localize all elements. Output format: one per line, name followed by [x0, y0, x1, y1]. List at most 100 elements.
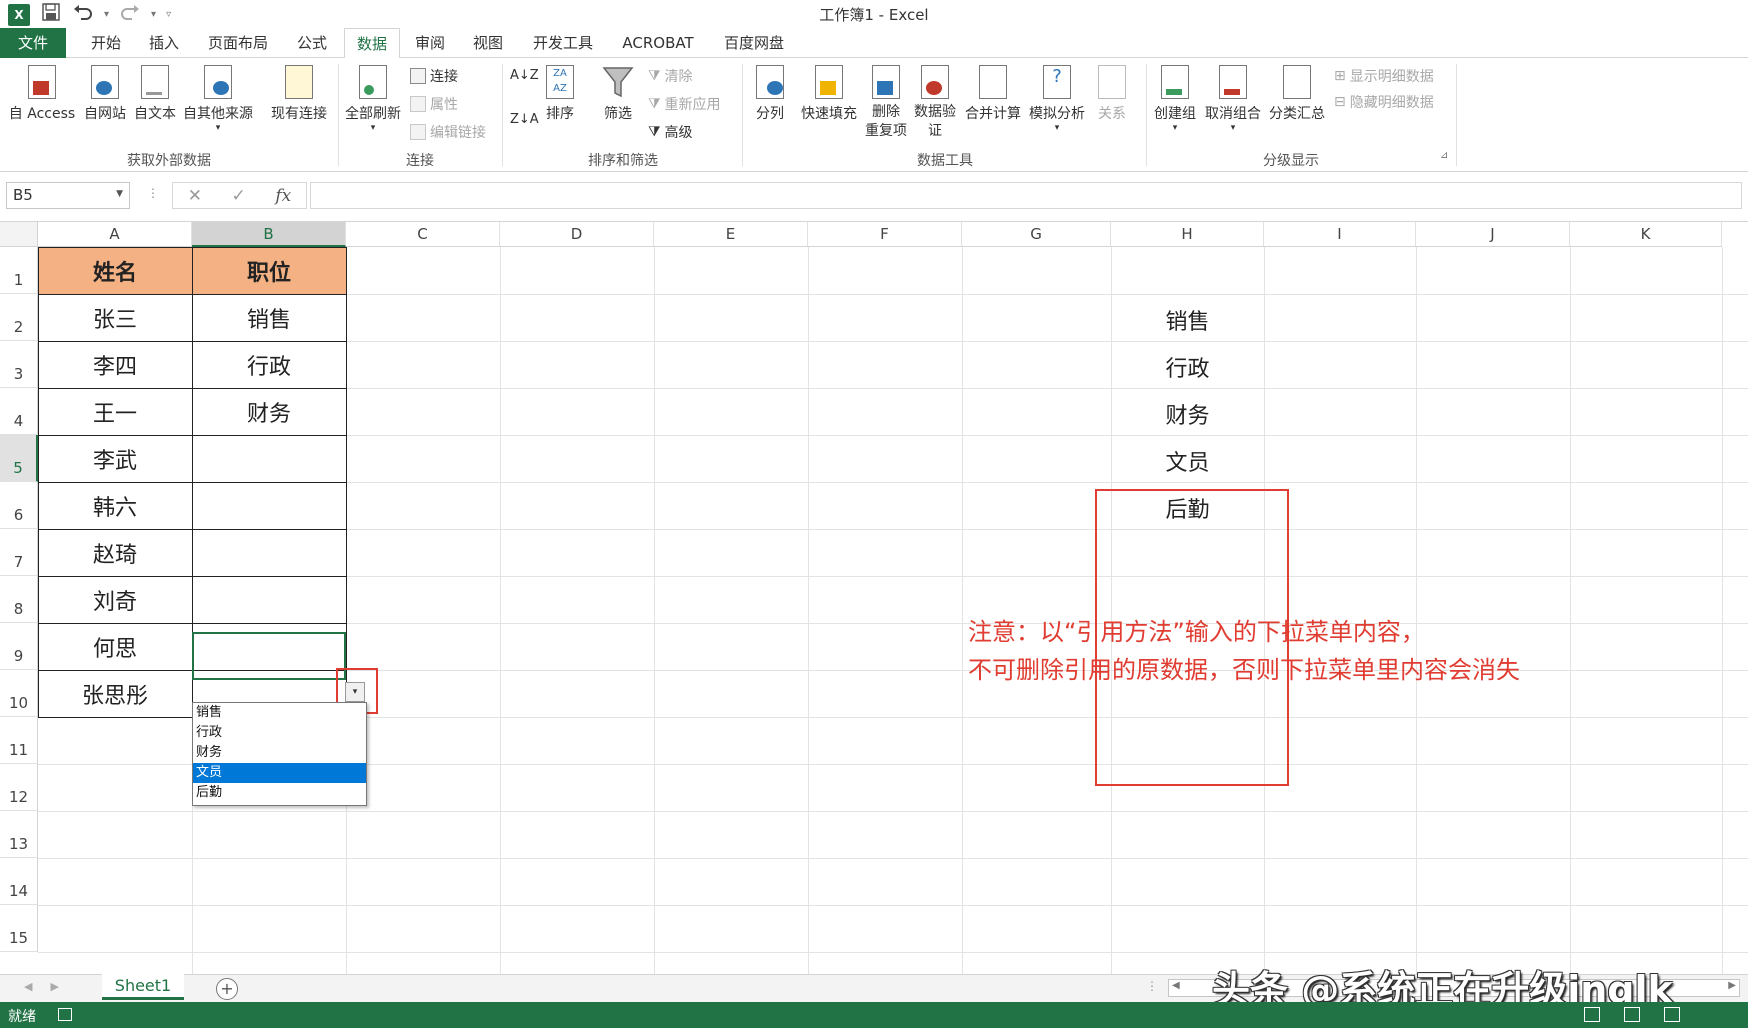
table-cell-position[interactable]: [192, 529, 346, 576]
row-header-8[interactable]: 8: [0, 576, 38, 623]
row-header-10[interactable]: 10: [0, 670, 38, 717]
sort-ascending-icon[interactable]: A↓Z: [510, 68, 539, 83]
tab-data[interactable]: 数据: [344, 28, 400, 59]
dropdown-arrow-icon[interactable]: ▾: [345, 682, 365, 702]
table-cell-name[interactable]: 张思彤: [38, 670, 192, 717]
table-cell-position[interactable]: [192, 435, 346, 482]
row-header-1[interactable]: 1: [0, 247, 38, 294]
remove-duplicates-button[interactable]: 删除 重复项: [860, 64, 912, 141]
formula-input[interactable]: [310, 182, 1742, 209]
what-if-analysis-button[interactable]: ? 模拟分析 ▾: [1026, 64, 1088, 133]
data-validation-button[interactable]: 数据验 证: [910, 64, 960, 141]
source-list-item[interactable]: 文员: [1105, 445, 1270, 477]
row-header-13[interactable]: 13: [0, 811, 38, 858]
from-text-button[interactable]: 自文本: [130, 64, 180, 123]
relationships-button[interactable]: 关系: [1092, 64, 1132, 123]
from-other-sources-button[interactable]: 自其他来源 ▾: [180, 64, 256, 133]
table-cell-position[interactable]: 财务: [192, 388, 346, 435]
table-cell-position[interactable]: [192, 576, 346, 623]
worksheet-grid[interactable]: ABCDEFGHIJK 1 2 3 4 5 6 7 8 9 10 11 12 13 14 15 姓名 职位 张三…: [0, 222, 1748, 974]
table-header-name[interactable]: 姓名: [38, 247, 192, 294]
tab-file[interactable]: 文件: [0, 28, 66, 58]
table-cell-position[interactable]: 销售: [192, 294, 346, 341]
flash-fill-button[interactable]: 快速填充: [796, 64, 862, 123]
column-header-f[interactable]: F: [808, 222, 962, 247]
filter-button[interactable]: 筛选: [596, 64, 640, 123]
ungroup-button[interactable]: 取消组合 ▾: [1202, 64, 1264, 133]
row-header-11[interactable]: 11: [0, 717, 38, 764]
table-cell-name[interactable]: 赵琦: [38, 529, 192, 576]
existing-connections-button[interactable]: 现有连接: [264, 64, 334, 123]
table-cell-name[interactable]: 王一: [38, 388, 192, 435]
add-sheet-icon[interactable]: +: [216, 978, 238, 1000]
dropdown-option[interactable]: 销售: [193, 703, 366, 723]
dropdown-option[interactable]: 财务: [193, 743, 366, 763]
tab-developer[interactable]: 开发工具: [528, 28, 598, 58]
table-cell-name[interactable]: 李武: [38, 435, 192, 482]
column-header-g[interactable]: G: [962, 222, 1111, 247]
tab-acrobat[interactable]: ACROBAT: [616, 28, 700, 58]
source-list-item[interactable]: 财务: [1105, 398, 1270, 430]
clear-filter-button[interactable]: ⧩ 清除: [648, 66, 693, 86]
group-button[interactable]: 创建组 ▾: [1150, 64, 1200, 133]
row-header-15[interactable]: 15: [0, 905, 38, 952]
column-header-h[interactable]: H: [1111, 222, 1264, 247]
table-cell-name[interactable]: 张三: [38, 294, 192, 341]
row-header-6[interactable]: 6: [0, 482, 38, 529]
name-box[interactable]: B5 ▼: [6, 182, 130, 209]
column-header-d[interactable]: D: [500, 222, 654, 247]
table-cell-name[interactable]: 刘奇: [38, 576, 192, 623]
source-list-item[interactable]: 后勤: [1105, 492, 1270, 524]
tab-formulas[interactable]: 公式: [290, 28, 334, 58]
table-header-position[interactable]: 职位: [192, 247, 346, 294]
from-access-button[interactable]: 自 Access: [4, 64, 80, 123]
row-header-9[interactable]: 9: [0, 623, 38, 670]
column-header-i[interactable]: I: [1264, 222, 1416, 247]
row-header-7[interactable]: 7: [0, 529, 38, 576]
source-list-item[interactable]: 销售: [1105, 304, 1270, 336]
row-header-12[interactable]: 12: [0, 764, 38, 811]
hide-detail-button[interactable]: ⊟ 隐藏明细数据: [1334, 92, 1434, 112]
dialog-launcher-icon[interactable]: ⊿: [1440, 150, 1448, 161]
tab-page-layout[interactable]: 页面布局: [204, 28, 272, 58]
row-header-4[interactable]: 4: [0, 388, 38, 435]
reapply-button[interactable]: ⧩ 重新应用: [648, 94, 721, 114]
more-options-icon[interactable]: ⋮: [147, 186, 159, 200]
advanced-filter-button[interactable]: ⧩ 高级: [648, 122, 693, 142]
tab-review[interactable]: 审阅: [408, 28, 452, 58]
consolidate-button[interactable]: 合并计算: [962, 64, 1024, 123]
cancel-icon[interactable]: ✕: [188, 186, 202, 206]
row-header-2[interactable]: 2: [0, 294, 38, 341]
from-web-button[interactable]: 自网站: [80, 64, 130, 123]
tab-baidu-netdisk[interactable]: 百度网盘: [718, 28, 790, 58]
dropdown-option[interactable]: 文员: [193, 763, 366, 783]
normal-view-icon[interactable]: [1584, 1007, 1600, 1022]
scroll-left-icon[interactable]: ◀: [1172, 980, 1180, 991]
insert-function-icon[interactable]: fx: [275, 186, 291, 206]
row-header-5[interactable]: 5: [0, 435, 38, 482]
sheet-tab-sheet1[interactable]: Sheet1: [102, 974, 184, 1000]
table-cell-name[interactable]: 何思: [38, 623, 192, 670]
page-layout-view-icon[interactable]: [1624, 1007, 1640, 1022]
dropdown-option[interactable]: 后勤: [193, 783, 366, 803]
column-header-e[interactable]: E: [654, 222, 808, 247]
table-cell-position[interactable]: [192, 482, 346, 529]
sort-button[interactable]: ZA AZ 排序: [538, 64, 582, 123]
tab-insert[interactable]: 插入: [142, 28, 186, 58]
row-header-3[interactable]: 3: [0, 341, 38, 388]
subtotal-button[interactable]: 分类汇总: [1266, 64, 1328, 123]
sheet-nav-arrows-icon[interactable]: ◀▶: [24, 980, 77, 993]
table-cell-name[interactable]: 李四: [38, 341, 192, 388]
edit-links-button[interactable]: 编辑链接: [410, 122, 486, 142]
source-list-item[interactable]: 行政: [1105, 351, 1270, 383]
active-cell-b5[interactable]: [192, 632, 346, 680]
connections-button[interactable]: 连接: [410, 66, 458, 86]
table-cell-position[interactable]: 行政: [192, 341, 346, 388]
column-header-a[interactable]: A: [38, 222, 192, 247]
page-break-view-icon[interactable]: [1664, 1007, 1680, 1022]
show-detail-button[interactable]: ⊞ 显示明细数据: [1334, 66, 1434, 86]
tab-view[interactable]: 视图: [466, 28, 510, 58]
refresh-all-button[interactable]: 全部刷新 ▾: [340, 64, 406, 133]
properties-button[interactable]: 属性: [410, 94, 458, 114]
table-cell-name[interactable]: 韩六: [38, 482, 192, 529]
